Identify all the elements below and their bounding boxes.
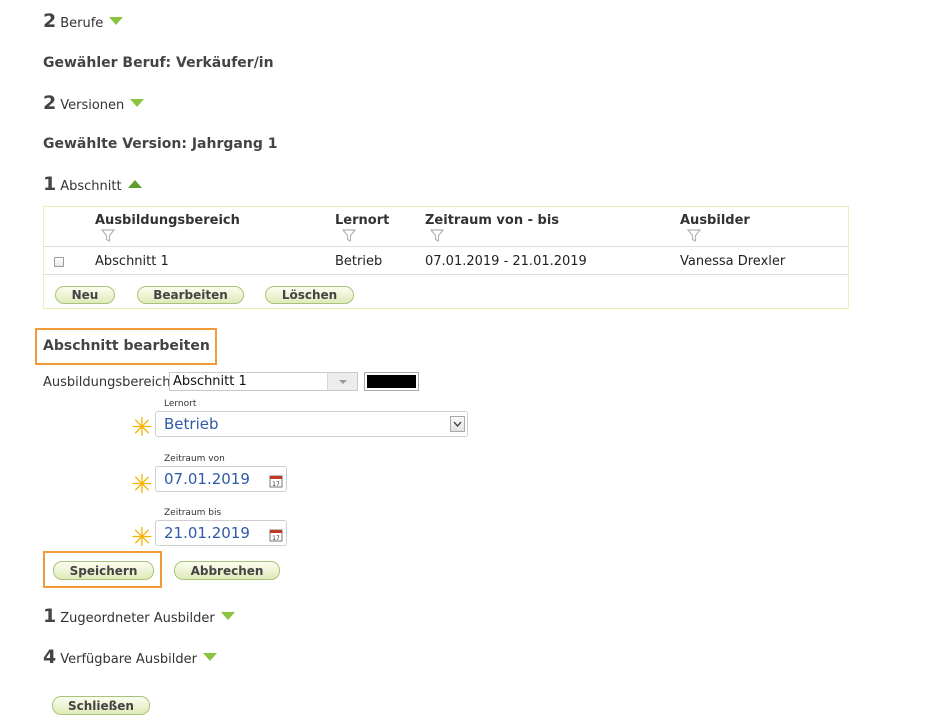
edit-title: Abschnitt bearbeiten xyxy=(43,338,210,354)
save-button[interactable]: Speichern xyxy=(53,561,154,580)
required-star-icon: ✳ xyxy=(131,470,153,500)
verfuegbare-count: 4 xyxy=(43,646,57,668)
zeitraum-von-label: Zeitraum von xyxy=(164,454,225,464)
lernort-select[interactable]: Betrieb xyxy=(155,411,468,437)
expand-arrow-icon[interactable] xyxy=(220,612,235,620)
berufe-label: Berufe xyxy=(60,16,104,31)
selected-beruf: Gewähler Beruf: Verkäufer/in xyxy=(43,55,274,71)
abschnitt-toggle[interactable]: 1 Abschnitt xyxy=(43,173,142,195)
verfuegbare-label: Verfügbare Ausbilder xyxy=(60,652,197,667)
dropdown-button[interactable] xyxy=(450,416,465,432)
header-ausbildungsbereich[interactable]: Ausbildungsbereich xyxy=(95,213,240,228)
selected-version: Gewählte Version: Jahrgang 1 xyxy=(43,136,278,152)
expand-arrow-icon[interactable] xyxy=(202,653,217,661)
collapse-arrow-icon[interactable] xyxy=(127,180,142,188)
zeitraum-bis-input[interactable]: 21.01.2019 xyxy=(155,520,287,546)
ausbildungsbereich-label: Ausbildungsbereich xyxy=(43,375,171,390)
abschnitt-label: Abschnitt xyxy=(60,179,122,194)
zugeordneter-count: 1 xyxy=(43,605,57,627)
loeschen-button[interactable]: Löschen xyxy=(265,286,354,304)
color-picker[interactable] xyxy=(364,372,419,391)
zugeordneter-label: Zugeordneter Ausbilder xyxy=(60,611,215,626)
expand-arrow-icon[interactable] xyxy=(130,99,145,107)
versionen-label: Versionen xyxy=(60,98,125,113)
cell-ausbildungsbereich: Abschnitt 1 xyxy=(95,254,169,269)
filter-icon[interactable] xyxy=(101,229,115,242)
header-ausbilder[interactable]: Ausbilder xyxy=(680,213,750,228)
calendar-icon[interactable]: 17 xyxy=(269,528,283,542)
close-button[interactable]: Schließen xyxy=(52,696,150,715)
chevron-down-icon xyxy=(453,421,462,427)
zugeordneter-toggle[interactable]: 1 Zugeordneter Ausbilder xyxy=(43,605,235,627)
abschnitt-count: 1 xyxy=(43,173,57,195)
expand-arrow-icon[interactable] xyxy=(109,17,124,25)
svg-text:17: 17 xyxy=(272,481,280,488)
cell-zeitraum: 07.01.2019 - 21.01.2019 xyxy=(425,254,587,269)
neu-button[interactable]: Neu xyxy=(55,286,115,304)
bearbeiten-button[interactable]: Bearbeiten xyxy=(137,286,244,304)
berufe-toggle[interactable]: 2 Berufe xyxy=(43,10,124,32)
filter-icon[interactable] xyxy=(430,229,444,242)
divider xyxy=(44,274,848,275)
lernort-value: Betrieb xyxy=(164,415,219,433)
berufe-count: 2 xyxy=(43,10,57,32)
dropdown-button[interactable] xyxy=(327,373,357,390)
chevron-down-icon xyxy=(339,380,347,384)
color-swatch xyxy=(367,375,416,388)
filter-icon[interactable] xyxy=(342,229,356,242)
ausbildungsbereich-value: Abschnitt 1 xyxy=(173,374,247,389)
required-star-icon: ✳ xyxy=(131,523,153,553)
calendar-icon[interactable]: 17 xyxy=(269,474,283,488)
filter-icon[interactable] xyxy=(687,229,701,242)
zeitraum-bis-label: Zeitraum bis xyxy=(164,508,222,518)
header-lernort[interactable]: Lernort xyxy=(335,213,389,228)
required-star-icon: ✳ xyxy=(131,413,153,443)
cell-ausbilder: Vanessa Drexler xyxy=(680,254,786,269)
versionen-count: 2 xyxy=(43,92,57,114)
zeitraum-von-value: 07.01.2019 xyxy=(164,470,250,488)
abschnitt-table: Ausbildungsbereich Lernort Zeitraum von … xyxy=(43,206,849,309)
verfuegbare-toggle[interactable]: 4 Verfügbare Ausbilder xyxy=(43,646,217,668)
cell-lernort: Betrieb xyxy=(335,254,383,269)
header-zeitraum[interactable]: Zeitraum von - bis xyxy=(425,213,559,228)
svg-text:17: 17 xyxy=(272,535,280,542)
zeitraum-bis-value: 21.01.2019 xyxy=(164,524,250,542)
ausbildungsbereich-select[interactable]: Abschnitt 1 xyxy=(169,372,358,391)
cancel-button[interactable]: Abbrechen xyxy=(174,561,280,580)
versionen-toggle[interactable]: 2 Versionen xyxy=(43,92,145,114)
zeitraum-von-input[interactable]: 07.01.2019 xyxy=(155,466,287,492)
lernort-label: Lernort xyxy=(164,399,197,409)
divider xyxy=(44,246,848,247)
row-checkbox[interactable] xyxy=(54,257,64,267)
